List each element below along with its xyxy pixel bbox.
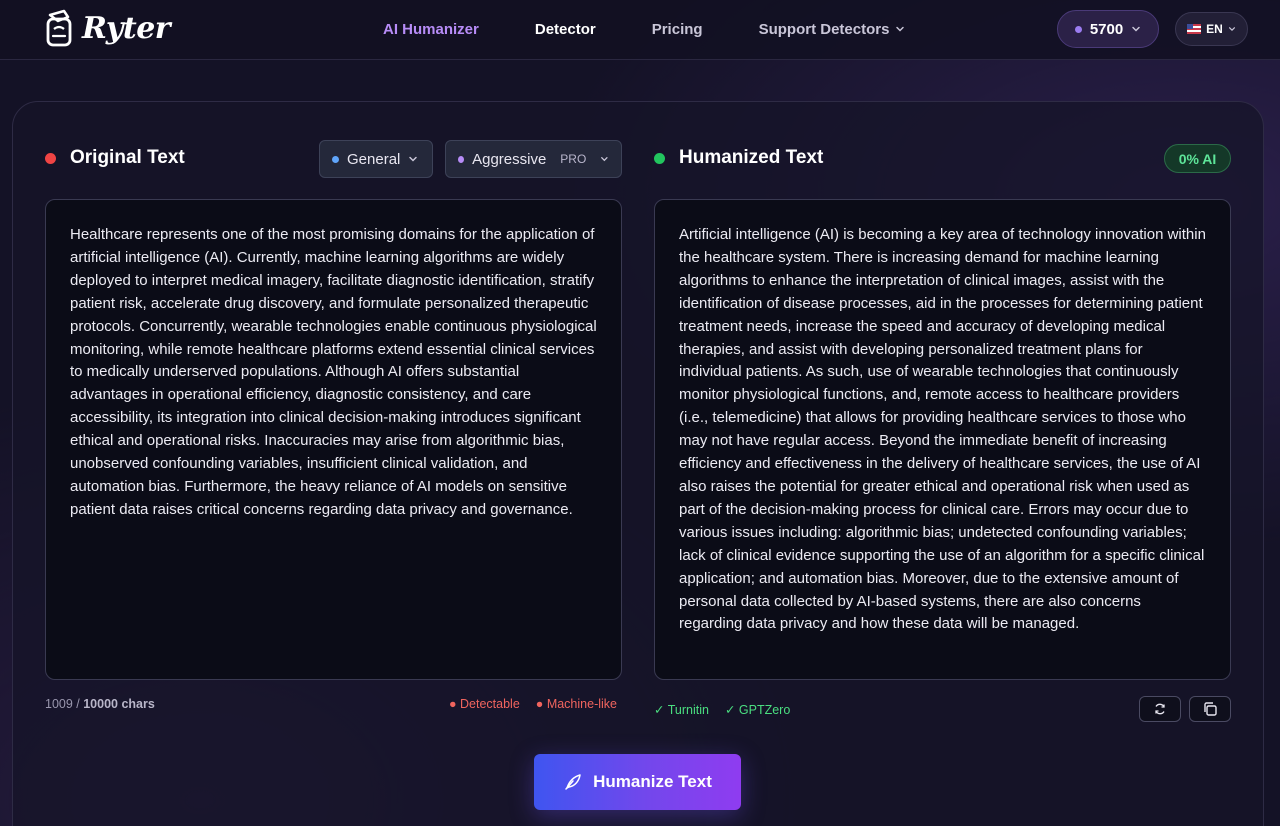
refresh-icon	[1155, 703, 1165, 715]
char-separator: /	[72, 697, 84, 711]
chevron-down-icon	[1132, 26, 1140, 32]
strength-select-value: Aggressive	[472, 150, 547, 168]
credits-dropdown[interactable]: 5700	[1057, 10, 1159, 48]
humanized-text-output[interactable]: Artificial intelligence (AI) is becoming…	[654, 199, 1231, 680]
detection-tags: ● Detectable ● Machine-like	[449, 697, 617, 711]
chevron-down-icon	[896, 26, 905, 32]
pass-gptzero: ✓ GPTZero	[724, 703, 791, 717]
tag-detectable: ● Detectable	[449, 697, 520, 711]
top-navbar: Ryter AI Humanizer Detector Pricing Supp…	[0, 0, 1280, 60]
humanize-text-label: Humanize Text	[593, 772, 712, 791]
pro-badge: PRO	[560, 152, 587, 166]
copy-icon	[1204, 702, 1217, 716]
humanized-text-header: Humanized Text	[654, 147, 823, 169]
nav-support-detectors-label: Support Detectors	[758, 20, 890, 38]
feather-icon	[565, 774, 581, 790]
brand-name: Ryter	[82, 10, 171, 46]
original-text-input[interactable]: Healthcare represents one of the most pr…	[45, 199, 622, 680]
us-flag-icon	[1187, 24, 1202, 34]
copy-button[interactable]	[1189, 696, 1231, 722]
mode-select[interactable]: General	[319, 140, 433, 178]
brand-logo[interactable]: Ryter	[44, 4, 171, 52]
nav-links: AI Humanizer Detector Pricing Support De…	[383, 0, 961, 58]
nav-pricing[interactable]: Pricing	[652, 21, 703, 38]
mode-select-value: General	[347, 150, 401, 168]
ai-score-badge: 0% AI	[1164, 144, 1231, 173]
chevron-down-icon	[1228, 27, 1235, 32]
char-limit: 10000 chars	[83, 697, 155, 711]
chevron-down-icon	[601, 157, 608, 162]
nav-ai-humanizer[interactable]: AI Humanizer	[383, 21, 479, 38]
strength-select[interactable]: Aggressive PRO	[445, 140, 622, 178]
ryter-logo-icon	[46, 9, 72, 47]
detector-passes: ✓ Turnitin ✓ GPTZero	[654, 702, 790, 717]
language-code: EN	[1206, 22, 1223, 36]
status-dot-icon	[45, 152, 56, 164]
original-text-title: Original Text	[70, 147, 185, 168]
humanize-text-button[interactable]: Humanize Text	[534, 754, 741, 810]
tag-machine-like: ● Machine-like	[535, 697, 617, 711]
regenerate-button[interactable]	[1139, 696, 1181, 722]
char-counter: 1009 / 10000 chars	[45, 697, 155, 711]
nav-detector[interactable]: Detector	[535, 21, 596, 38]
credits-value: 5700	[1089, 20, 1124, 38]
status-dot-icon	[654, 152, 665, 164]
pass-turnitin: ✓ Turnitin	[654, 703, 709, 717]
original-text-header: Original Text	[45, 147, 185, 169]
humanized-text-title: Humanized Text	[679, 147, 824, 168]
nav-support-detectors[interactable]: Support Detectors	[759, 21, 906, 38]
char-count: 1009	[45, 697, 73, 711]
strength-dot-icon	[458, 155, 465, 163]
chevron-down-icon	[409, 156, 418, 162]
mode-dot-icon	[332, 155, 339, 163]
language-selector[interactable]: EN	[1175, 12, 1248, 46]
credit-dot-icon	[1074, 25, 1082, 33]
